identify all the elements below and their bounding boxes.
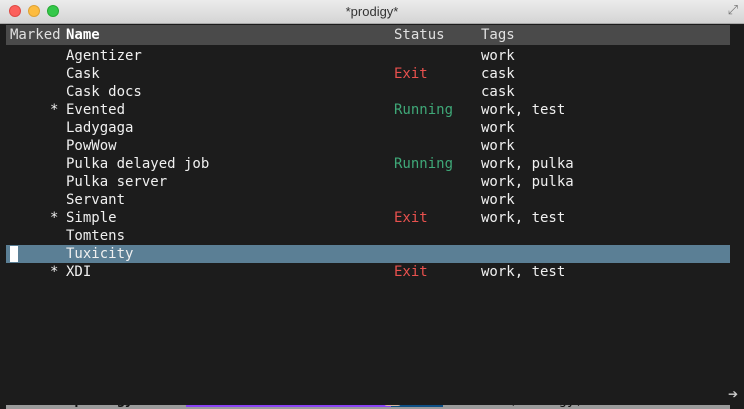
header-marked[interactable]: Marked: [10, 27, 61, 43]
table-row[interactable]: Servant work: [6, 191, 730, 209]
echo-area: ➔: [0, 387, 744, 405]
row-name: Pulka delayed job: [66, 156, 210, 172]
row-tags: work: [481, 138, 515, 154]
table-row[interactable]: Tuxicity: [6, 245, 730, 263]
emacs-frame: Marked Name Status Tags Agentizer work Cas…: [0, 24, 744, 409]
table-row[interactable]: Cask Exit cask: [6, 65, 730, 83]
header-status[interactable]: Status: [394, 27, 445, 43]
table-row[interactable]: * Simple Exit work, test: [6, 209, 730, 227]
table-row[interactable]: PowWow work: [6, 137, 730, 155]
row-status: Exit: [394, 210, 428, 226]
row-name: Ladygaga: [66, 120, 134, 136]
table-row[interactable]: Pulka delayed job Running work, pulka: [6, 155, 730, 173]
row-tags: work: [481, 48, 515, 64]
header-name[interactable]: Name: [66, 27, 100, 43]
row-marked: *: [50, 264, 59, 280]
title-bar: *prodigy* ⤢: [0, 0, 744, 24]
row-tags: work, test: [481, 102, 566, 118]
table-row[interactable]: Pulka server work, pulka: [6, 173, 730, 191]
row-name: Servant: [66, 192, 126, 208]
table-row[interactable]: Tomtens: [6, 227, 730, 245]
row-status: Running: [394, 156, 454, 172]
row-name: Pulka server: [66, 174, 168, 190]
text-cursor: [10, 246, 18, 262]
row-tags: work, test: [481, 210, 566, 226]
row-name: Cask: [66, 66, 100, 82]
row-name: Tuxicity: [66, 246, 134, 262]
row-name: PowWow: [66, 138, 117, 154]
row-name: Agentizer: [66, 48, 142, 64]
row-name: Evented: [66, 102, 126, 118]
row-tags: work, pulka: [481, 156, 574, 172]
row-tags: work: [481, 120, 515, 136]
row-name: Simple: [66, 210, 117, 226]
row-tags: work: [481, 192, 515, 208]
fullscreen-icon[interactable]: ⤢: [728, 3, 738, 18]
row-status: Running: [394, 102, 454, 118]
table-row[interactable]: * Evented Running work, test: [6, 101, 730, 119]
row-name: XDI: [66, 264, 92, 280]
row-status: Exit: [394, 66, 428, 82]
table-row[interactable]: Ladygaga work: [6, 119, 730, 137]
window-title: *prodigy*: [345, 4, 399, 19]
row-status: Exit: [394, 264, 428, 280]
row-name: Tomtens: [66, 228, 126, 244]
continuation-arrow-icon: ➔: [727, 387, 738, 401]
table-header: Marked Name Status Tags: [6, 25, 730, 45]
row-tags: work, test: [481, 264, 566, 280]
row-marked: *: [50, 210, 59, 226]
header-tags[interactable]: Tags: [481, 27, 515, 43]
row-tags: cask: [481, 66, 515, 82]
row-tags: work, pulka: [481, 174, 574, 190]
table-row[interactable]: * XDI Exit work, test: [6, 263, 730, 281]
row-marked: *: [50, 102, 59, 118]
row-tags: cask: [481, 84, 515, 100]
row-name: Cask docs: [66, 84, 142, 100]
table-row[interactable]: Agentizer work: [6, 47, 730, 65]
service-list: Agentizer work Cask Exit cask Cask docs cask * E…: [6, 47, 730, 281]
table-row[interactable]: Cask docs cask: [6, 83, 730, 101]
